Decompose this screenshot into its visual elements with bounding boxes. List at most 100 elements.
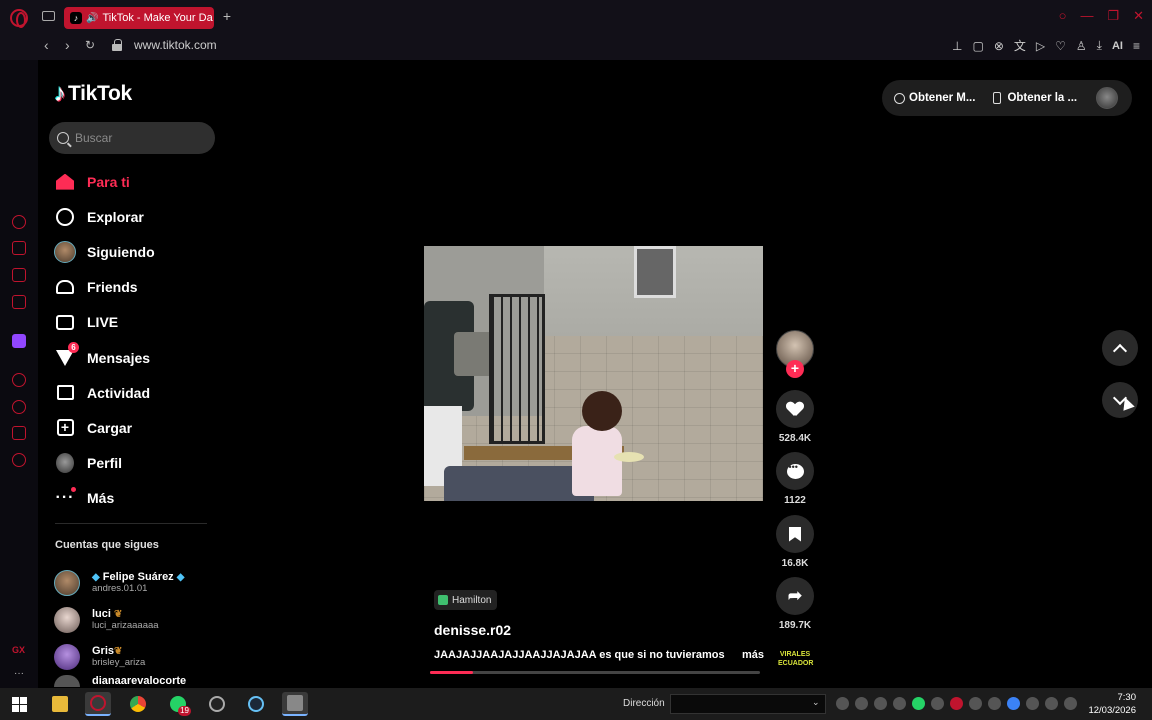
app-tray-icon[interactable] [950, 697, 963, 710]
gx-cleaner-icon[interactable] [12, 268, 26, 282]
opera-logo-icon[interactable] [10, 9, 28, 28]
url-field[interactable]: www.tiktok.com [134, 38, 217, 52]
settings-icon[interactable] [12, 453, 26, 467]
opera-sidebar: GX ··· [0, 60, 38, 688]
nav-item-friends[interactable]: Friends [54, 270, 214, 305]
tiktok-note-icon: ♪ [54, 80, 66, 107]
extensions-icon[interactable] [12, 426, 26, 440]
file-explorer-icon[interactable] [47, 692, 73, 716]
system-clock[interactable]: 7:30 12/03/2026 [1088, 691, 1136, 717]
restore-button[interactable]: ❐ [1107, 8, 1119, 24]
nav-item-cargar[interactable]: + Cargar [54, 410, 214, 445]
bluetooth-tray-icon[interactable] [1007, 697, 1020, 710]
follow-button[interactable]: + [786, 360, 804, 378]
network-icon[interactable] [1026, 697, 1039, 710]
back-button[interactable]: ‹ [44, 37, 49, 53]
speaker-tray-icon[interactable] [1064, 697, 1077, 710]
video-author[interactable]: denisse.r02 [434, 622, 764, 638]
avatar [54, 569, 80, 596]
minimize-button[interactable]: — [1080, 8, 1093, 24]
comment-button[interactable]: 1122 [775, 452, 815, 506]
network-tray-icon[interactable] [988, 697, 1001, 710]
tab-tiktok[interactable]: ♪ 🔊 TikTok - Make Your Da [64, 7, 214, 29]
search-input[interactable] [75, 131, 205, 145]
list-item[interactable]: ◆ Felipe Suárez ◆ andres.01.01 [54, 564, 224, 601]
search-tabs-icon[interactable]: ○ [1059, 8, 1067, 24]
display-tray-icon[interactable] [969, 697, 982, 710]
app-window-icon[interactable] [282, 692, 308, 716]
ai-button[interactable]: AI [1112, 40, 1123, 52]
pin-icon[interactable]: ⊥ [952, 39, 962, 53]
download-icon[interactable]: ⤓ [1097, 38, 1102, 53]
chrome-icon[interactable] [125, 692, 151, 716]
menu-icon[interactable]: ≡ [1133, 39, 1140, 53]
windows-start-icon[interactable] [12, 697, 27, 712]
caption-more-link[interactable]: más [742, 649, 764, 661]
nav-item-para-ti[interactable]: Para ti [54, 164, 214, 199]
twitch-icon[interactable] [12, 334, 26, 348]
tiktok-logo[interactable]: ♪ TikTok [54, 80, 132, 108]
list-item[interactable]: luci ❦ luci_arizaaaaaa [54, 601, 224, 638]
effect-tag[interactable]: Hamilton [434, 590, 498, 610]
nav-item-mas[interactable]: ··· Más [54, 481, 214, 516]
music-badge[interactable]: VIRALES ECUADOR [778, 650, 813, 670]
messenger-icon[interactable] [12, 295, 26, 309]
messages-badge: 6 [68, 341, 79, 353]
nav-item-mensajes[interactable]: 6 Mensajes [54, 340, 214, 375]
chevron-down-icon[interactable]: ⌄ [812, 697, 820, 708]
sidebar-more-icon[interactable]: ··· [14, 668, 24, 679]
history-icon[interactable] [12, 400, 26, 414]
window-tray-icon[interactable] [931, 697, 944, 710]
save-count: 16.8K [781, 558, 809, 569]
nav-item-siguiendo[interactable]: Siguiendo [54, 234, 214, 269]
adblock-icon[interactable]: ⊗ [994, 39, 1004, 53]
tab-snapshot-icon[interactable] [42, 11, 55, 21]
translate-icon[interactable]: 文 [1014, 37, 1026, 54]
speaker-icon[interactable]: 🔊 [86, 13, 98, 24]
gx-corner-icon[interactable] [12, 215, 26, 229]
obs-icon[interactable] [204, 692, 230, 716]
save-button[interactable]: 16.8K [775, 515, 815, 569]
gx-logo-icon[interactable]: GX [12, 645, 25, 655]
tab-title: TikTok - Make Your Da [102, 12, 213, 24]
nav-item-explorar[interactable]: Explorar [54, 199, 214, 234]
forward-button[interactable]: › [65, 37, 70, 53]
video-player[interactable] [424, 246, 763, 501]
search-box[interactable] [49, 122, 215, 154]
reload-button[interactable]: ↻ [85, 38, 95, 52]
steam-tray-icon-2[interactable] [893, 697, 906, 710]
nav-item-actividad[interactable]: Actividad [54, 375, 214, 410]
profile-icon[interactable]: ♙ [1076, 39, 1087, 53]
like-button[interactable]: 528.4K [775, 390, 815, 444]
nav-item-perfil[interactable]: Perfil [54, 446, 214, 481]
opera-gx-taskbar-icon[interactable] [85, 692, 111, 716]
nav-item-live[interactable]: LIVE [54, 305, 214, 340]
nav-label: Cargar [87, 419, 133, 436]
snapshot-icon[interactable]: ▢ [972, 39, 983, 53]
main-nav: Para ti Explorar Siguiendo Friends LIVE … [54, 164, 214, 516]
whatsapp-icon[interactable]: 19 [165, 692, 191, 716]
new-tab-button[interactable]: + [220, 9, 234, 23]
video-progress-bar[interactable] [430, 671, 760, 674]
whatsapp-tray-icon[interactable] [912, 697, 925, 710]
close-button[interactable]: ✕ [1133, 8, 1144, 24]
following-avatar-icon [54, 240, 76, 263]
steam-icon[interactable] [243, 692, 269, 716]
player-icon[interactable] [12, 373, 26, 387]
get-app-link[interactable]: Obtener la ... [993, 92, 1077, 104]
share-button[interactable]: ➦ 189.7K [775, 577, 815, 631]
get-coins-link[interactable]: Obtener M... [894, 92, 975, 104]
microphone-tray-icon[interactable] [874, 697, 887, 710]
previous-video-button[interactable] [1102, 330, 1138, 366]
steam-tray-icon[interactable] [855, 697, 868, 710]
volume-mute-icon[interactable] [1045, 697, 1058, 710]
share-count: 189.7K [778, 620, 812, 631]
user-avatar[interactable] [1096, 87, 1118, 109]
play-icon[interactable]: ▷ [1036, 39, 1045, 53]
list-item[interactable]: Gris❦ brisley_ariza [54, 638, 224, 675]
refresh-tray-icon[interactable] [836, 697, 849, 710]
address-toolbar-input[interactable] [670, 694, 826, 714]
gx-control-icon[interactable] [12, 241, 26, 255]
heart-icon[interactable]: ♡ [1055, 39, 1066, 53]
account-name: dianaarevalocorte [92, 675, 187, 687]
